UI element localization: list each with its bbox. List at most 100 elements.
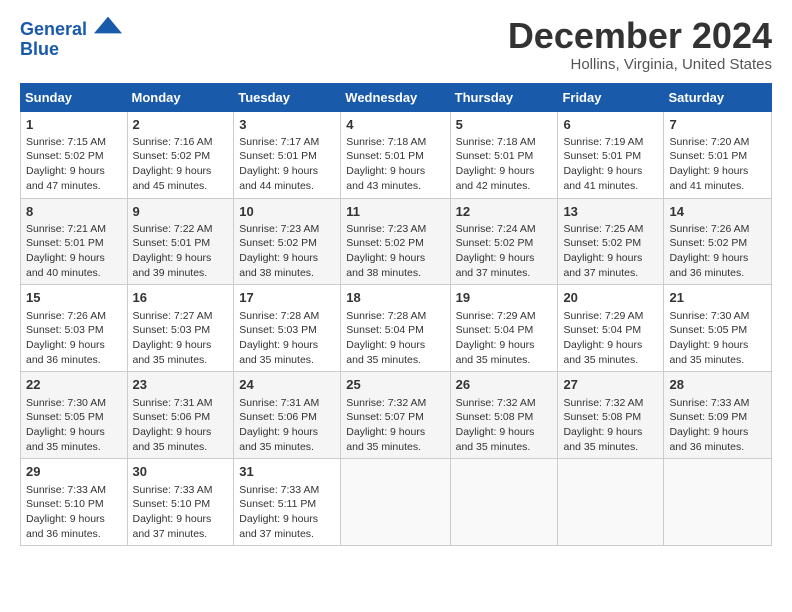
sunrise-text: Sunrise: 7:25 AM [563, 223, 643, 235]
sunset-text: Sunset: 5:03 PM [239, 324, 317, 336]
sunset-text: Sunset: 5:04 PM [456, 324, 534, 336]
sunset-text: Sunset: 5:01 PM [346, 150, 424, 162]
sunset-text: Sunset: 5:05 PM [669, 324, 747, 336]
day-number: 17 [239, 289, 335, 307]
sunrise-text: Sunrise: 7:29 AM [456, 310, 536, 322]
day-number: 15 [26, 289, 122, 307]
day-number: 10 [239, 203, 335, 221]
table-row: 16 Sunrise: 7:27 AM Sunset: 5:03 PM Dayl… [127, 285, 234, 372]
day-number: 6 [563, 116, 658, 134]
sunrise-text: Sunrise: 7:32 AM [563, 397, 643, 409]
table-row: 4 Sunrise: 7:18 AM Sunset: 5:01 PM Dayli… [341, 111, 450, 198]
sunrise-text: Sunrise: 7:26 AM [669, 223, 749, 235]
sunrise-text: Sunrise: 7:18 AM [346, 136, 426, 148]
table-row: 23 Sunrise: 7:31 AM Sunset: 5:06 PM Dayl… [127, 372, 234, 459]
table-row [558, 459, 664, 546]
table-row: 2 Sunrise: 7:16 AM Sunset: 5:02 PM Dayli… [127, 111, 234, 198]
sunrise-text: Sunrise: 7:23 AM [346, 223, 426, 235]
sunset-text: Sunset: 5:05 PM [26, 411, 104, 423]
calendar-week-row: 8 Sunrise: 7:21 AM Sunset: 5:01 PM Dayli… [21, 198, 772, 285]
sunset-text: Sunset: 5:02 PM [669, 237, 747, 249]
day-number: 4 [346, 116, 444, 134]
location: Hollins, Virginia, United States [508, 56, 772, 73]
calendar-week-row: 29 Sunrise: 7:33 AM Sunset: 5:10 PM Dayl… [21, 459, 772, 546]
logo: General Blue [20, 20, 122, 60]
day-number: 13 [563, 203, 658, 221]
sunset-text: Sunset: 5:03 PM [133, 324, 211, 336]
sunset-text: Sunset: 5:01 PM [133, 237, 211, 249]
daylight-text: Daylight: 9 hours and 41 minutes. [669, 165, 748, 192]
col-saturday: Saturday [664, 83, 772, 111]
daylight-text: Daylight: 9 hours and 35 minutes. [346, 426, 425, 453]
daylight-text: Daylight: 9 hours and 35 minutes. [563, 339, 642, 366]
sunset-text: Sunset: 5:10 PM [26, 498, 104, 510]
day-number: 7 [669, 116, 766, 134]
table-row: 13 Sunrise: 7:25 AM Sunset: 5:02 PM Dayl… [558, 198, 664, 285]
table-row: 14 Sunrise: 7:26 AM Sunset: 5:02 PM Dayl… [664, 198, 772, 285]
sunset-text: Sunset: 5:02 PM [563, 237, 641, 249]
sunrise-text: Sunrise: 7:32 AM [346, 397, 426, 409]
day-number: 21 [669, 289, 766, 307]
sunrise-text: Sunrise: 7:23 AM [239, 223, 319, 235]
sunset-text: Sunset: 5:04 PM [346, 324, 424, 336]
sunset-text: Sunset: 5:01 PM [239, 150, 317, 162]
day-number: 8 [26, 203, 122, 221]
table-row: 30 Sunrise: 7:33 AM Sunset: 5:10 PM Dayl… [127, 459, 234, 546]
sunset-text: Sunset: 5:09 PM [669, 411, 747, 423]
sunrise-text: Sunrise: 7:33 AM [133, 484, 213, 496]
sunrise-text: Sunrise: 7:21 AM [26, 223, 106, 235]
logo-blue: Blue [20, 40, 122, 60]
daylight-text: Daylight: 9 hours and 39 minutes. [133, 252, 212, 279]
day-number: 20 [563, 289, 658, 307]
sunset-text: Sunset: 5:02 PM [239, 237, 317, 249]
sunrise-text: Sunrise: 7:16 AM [133, 136, 213, 148]
sunrise-text: Sunrise: 7:32 AM [456, 397, 536, 409]
title-block: December 2024 Hollins, Virginia, United … [508, 16, 772, 73]
table-row [664, 459, 772, 546]
table-row: 19 Sunrise: 7:29 AM Sunset: 5:04 PM Dayl… [450, 285, 558, 372]
table-row: 20 Sunrise: 7:29 AM Sunset: 5:04 PM Dayl… [558, 285, 664, 372]
col-tuesday: Tuesday [234, 83, 341, 111]
col-wednesday: Wednesday [341, 83, 450, 111]
day-number: 12 [456, 203, 553, 221]
sunset-text: Sunset: 5:03 PM [26, 324, 104, 336]
sunrise-text: Sunrise: 7:31 AM [133, 397, 213, 409]
day-number: 18 [346, 289, 444, 307]
day-number: 23 [133, 376, 229, 394]
sunrise-text: Sunrise: 7:27 AM [133, 310, 213, 322]
day-number: 30 [133, 463, 229, 481]
sunset-text: Sunset: 5:01 PM [563, 150, 641, 162]
sunrise-text: Sunrise: 7:33 AM [239, 484, 319, 496]
sunrise-text: Sunrise: 7:17 AM [239, 136, 319, 148]
day-number: 16 [133, 289, 229, 307]
table-row: 5 Sunrise: 7:18 AM Sunset: 5:01 PM Dayli… [450, 111, 558, 198]
daylight-text: Daylight: 9 hours and 36 minutes. [26, 339, 105, 366]
table-row: 31 Sunrise: 7:33 AM Sunset: 5:11 PM Dayl… [234, 459, 341, 546]
table-row: 7 Sunrise: 7:20 AM Sunset: 5:01 PM Dayli… [664, 111, 772, 198]
table-row: 21 Sunrise: 7:30 AM Sunset: 5:05 PM Dayl… [664, 285, 772, 372]
table-row: 3 Sunrise: 7:17 AM Sunset: 5:01 PM Dayli… [234, 111, 341, 198]
table-row: 25 Sunrise: 7:32 AM Sunset: 5:07 PM Dayl… [341, 372, 450, 459]
col-friday: Friday [558, 83, 664, 111]
table-row: 8 Sunrise: 7:21 AM Sunset: 5:01 PM Dayli… [21, 198, 128, 285]
header: General Blue December 2024 Hollins, Virg… [20, 16, 772, 73]
day-number: 1 [26, 116, 122, 134]
table-row: 24 Sunrise: 7:31 AM Sunset: 5:06 PM Dayl… [234, 372, 341, 459]
sunset-text: Sunset: 5:02 PM [456, 237, 534, 249]
col-sunday: Sunday [21, 83, 128, 111]
table-row: 6 Sunrise: 7:19 AM Sunset: 5:01 PM Dayli… [558, 111, 664, 198]
table-row: 28 Sunrise: 7:33 AM Sunset: 5:09 PM Dayl… [664, 372, 772, 459]
daylight-text: Daylight: 9 hours and 37 minutes. [133, 513, 212, 540]
table-row: 9 Sunrise: 7:22 AM Sunset: 5:01 PM Dayli… [127, 198, 234, 285]
col-thursday: Thursday [450, 83, 558, 111]
table-row: 27 Sunrise: 7:32 AM Sunset: 5:08 PM Dayl… [558, 372, 664, 459]
calendar-week-row: 15 Sunrise: 7:26 AM Sunset: 5:03 PM Dayl… [21, 285, 772, 372]
sunset-text: Sunset: 5:06 PM [239, 411, 317, 423]
sunset-text: Sunset: 5:01 PM [456, 150, 534, 162]
day-number: 5 [456, 116, 553, 134]
table-row: 26 Sunrise: 7:32 AM Sunset: 5:08 PM Dayl… [450, 372, 558, 459]
calendar-table: Sunday Monday Tuesday Wednesday Thursday… [20, 83, 772, 547]
daylight-text: Daylight: 9 hours and 35 minutes. [26, 426, 105, 453]
sunrise-text: Sunrise: 7:22 AM [133, 223, 213, 235]
table-row: 1 Sunrise: 7:15 AM Sunset: 5:02 PM Dayli… [21, 111, 128, 198]
